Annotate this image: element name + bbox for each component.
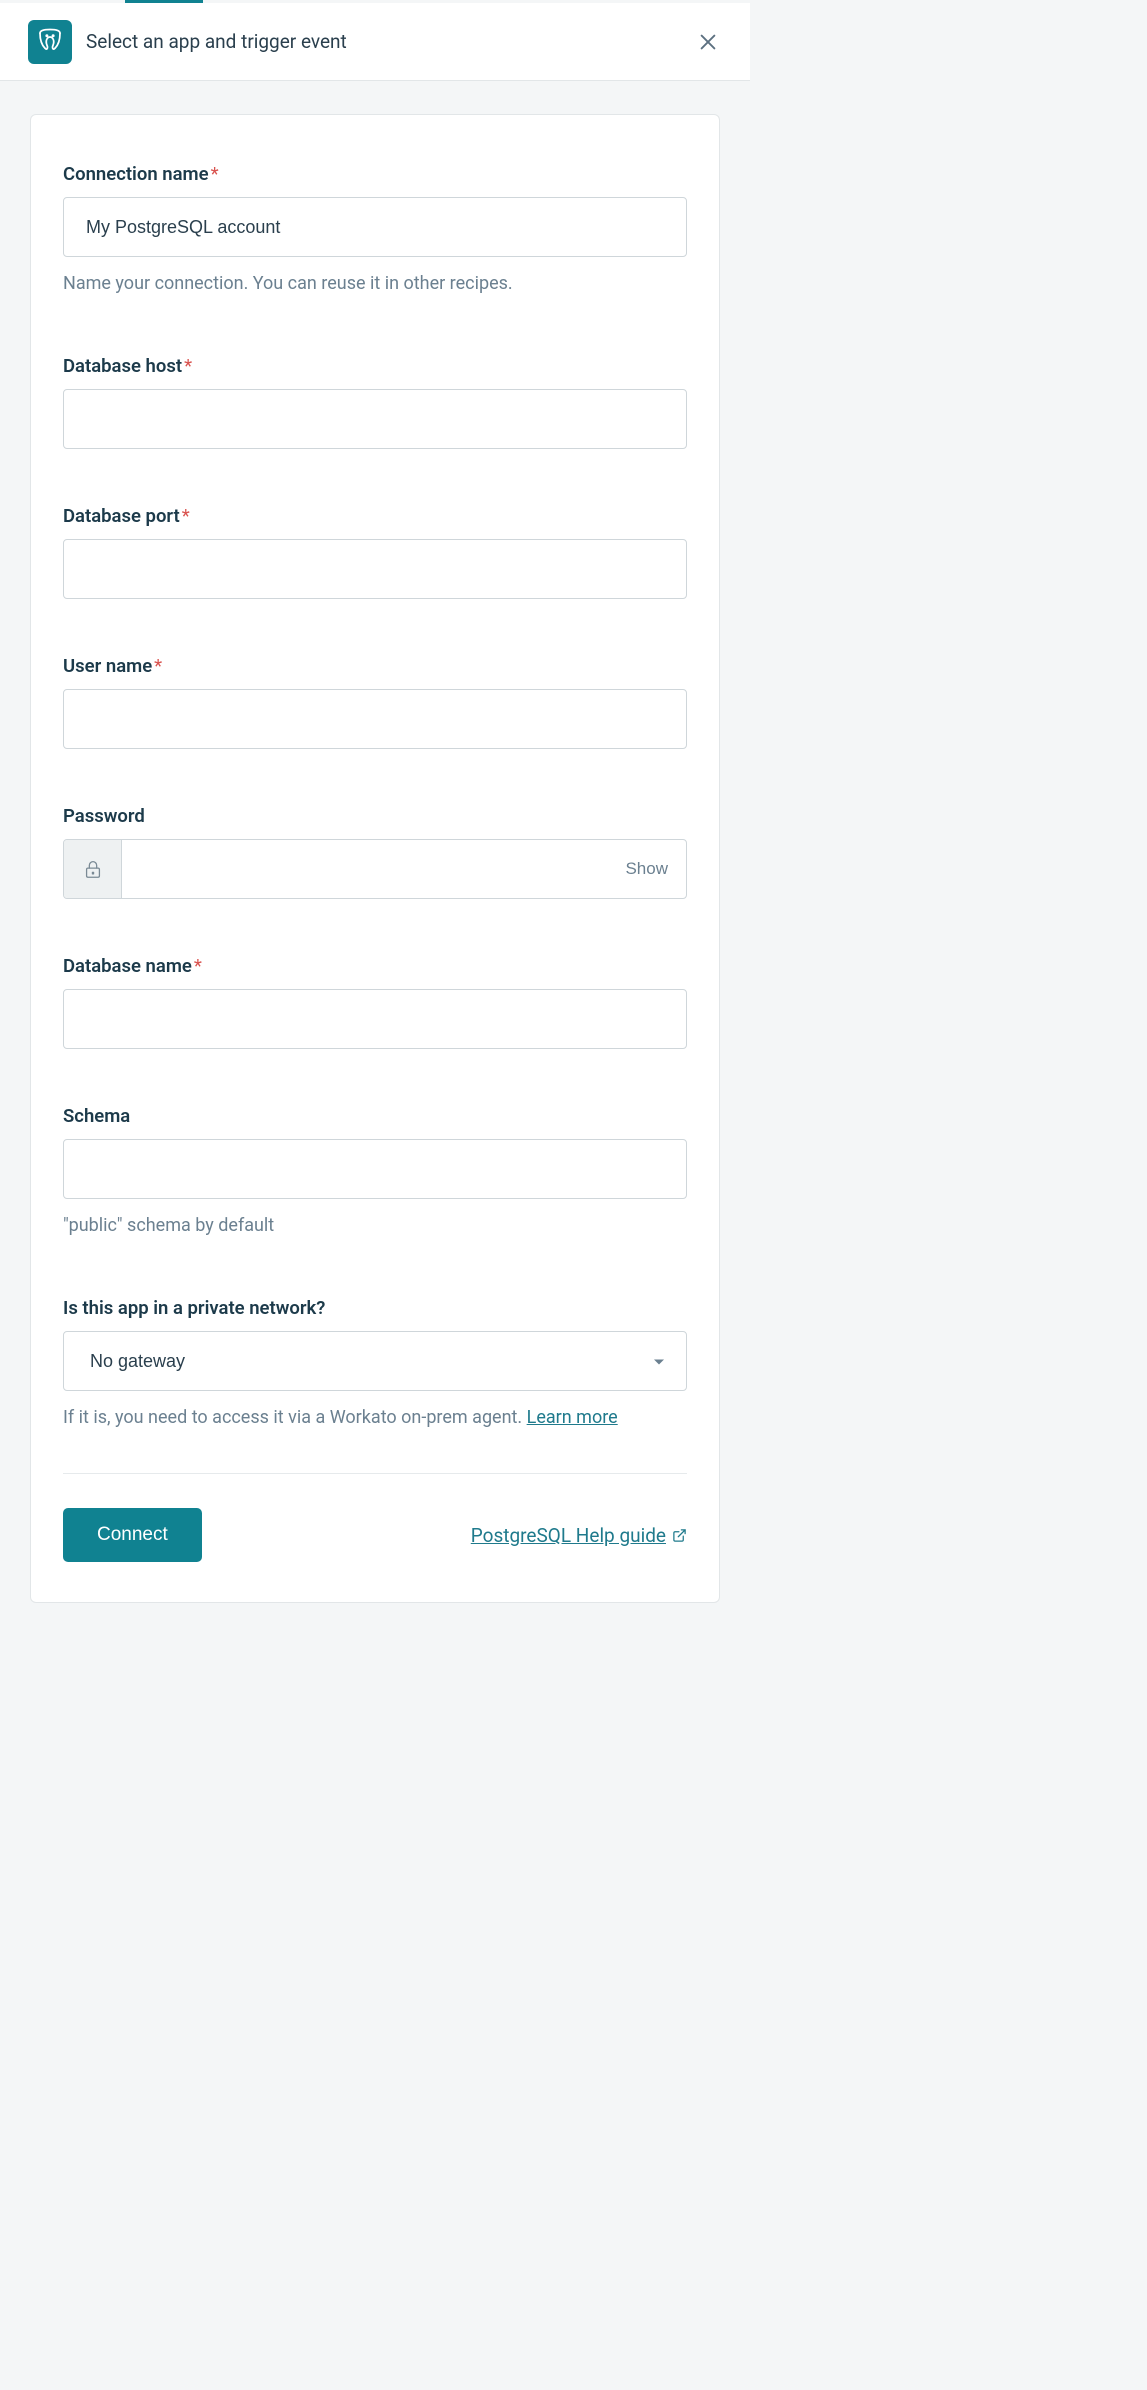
input-connection-name[interactable] xyxy=(63,197,687,257)
label-database-host: Database host* xyxy=(63,355,687,377)
required-mark: * xyxy=(184,355,192,377)
field-database-port: Database port* xyxy=(63,505,687,599)
input-database-port[interactable] xyxy=(63,539,687,599)
label-schema: Schema xyxy=(63,1105,687,1127)
input-schema[interactable] xyxy=(63,1139,687,1199)
label-user-name: User name* xyxy=(63,655,687,677)
field-database-name: Database name* xyxy=(63,955,687,1049)
modal-header: Select an app and trigger event xyxy=(0,3,750,81)
form-footer: Connect PostgreSQL Help guide xyxy=(63,1508,687,1562)
field-schema: Schema "public" schema by default xyxy=(63,1105,687,1239)
help-guide-link[interactable]: PostgreSQL Help guide xyxy=(471,1524,687,1547)
label-database-name: Database name* xyxy=(63,955,687,977)
password-input-wrap: Show xyxy=(63,839,687,899)
helper-connection-name: Name your connection. You can reuse it i… xyxy=(63,271,687,297)
input-database-host[interactable] xyxy=(63,389,687,449)
close-icon xyxy=(697,31,719,53)
input-password[interactable] xyxy=(122,840,607,898)
input-user-name[interactable] xyxy=(63,689,687,749)
input-database-name[interactable] xyxy=(63,989,687,1049)
show-password-button[interactable]: Show xyxy=(607,840,686,898)
label-connection-name: Connection name* xyxy=(63,163,687,185)
required-mark: * xyxy=(194,955,202,977)
lock-icon-box xyxy=(64,840,122,898)
field-password: Password Show xyxy=(63,805,687,899)
close-button[interactable] xyxy=(694,28,722,56)
select-gateway-value: No gateway xyxy=(90,1351,185,1372)
field-user-name: User name* xyxy=(63,655,687,749)
connection-form-card: Connection name* Name your connection. Y… xyxy=(30,114,720,1603)
label-private-network: Is this app in a private network? xyxy=(63,1297,687,1319)
field-database-host: Database host* xyxy=(63,355,687,449)
select-gateway[interactable]: No gateway xyxy=(63,1331,687,1391)
external-link-icon xyxy=(672,1528,687,1543)
helper-private-network: If it is, you need to access it via a Wo… xyxy=(63,1405,687,1431)
required-mark: * xyxy=(211,163,219,185)
connect-button[interactable]: Connect xyxy=(63,1508,202,1562)
divider xyxy=(63,1473,687,1474)
label-password: Password xyxy=(63,805,687,827)
postgresql-icon xyxy=(28,20,72,64)
field-private-network: Is this app in a private network? No gat… xyxy=(63,1297,687,1431)
required-mark: * xyxy=(182,505,190,527)
lock-icon xyxy=(82,857,104,881)
required-mark: * xyxy=(154,655,162,677)
label-database-port: Database port* xyxy=(63,505,687,527)
learn-more-link[interactable]: Learn more xyxy=(527,1407,618,1428)
modal-title: Select an app and trigger event xyxy=(86,30,347,53)
field-connection-name: Connection name* Name your connection. Y… xyxy=(63,163,687,297)
helper-schema: "public" schema by default xyxy=(63,1213,687,1239)
